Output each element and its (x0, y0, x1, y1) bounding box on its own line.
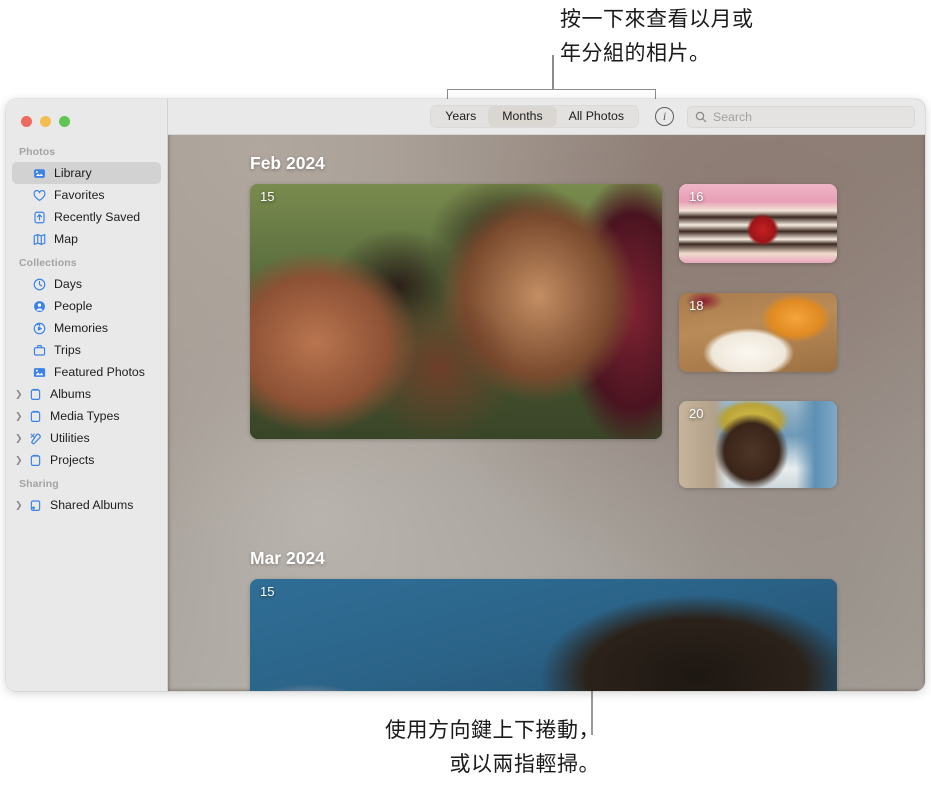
photo-tile[interactable]: 15 (250, 579, 837, 691)
callout-top-leader-line (552, 55, 554, 90)
segment-all-photos[interactable]: All Photos (556, 107, 637, 126)
sidebar-item-map[interactable]: ❯Map (12, 228, 161, 250)
chevron-right-icon[interactable]: ❯ (15, 411, 26, 421)
sidebar-item-trips[interactable]: ❯Trips (12, 339, 161, 361)
month-section-title: Mar 2024 (250, 548, 325, 568)
heart-icon (31, 188, 48, 203)
chevron-right-icon[interactable]: ❯ (15, 433, 26, 443)
callout-top-text: 按一下來查看以月或 年分組的相片。 (560, 7, 754, 65)
photo-tile[interactable]: 18 (679, 293, 837, 372)
sidebar-item-label: Memories (54, 321, 108, 335)
photo-day-label: 18 (689, 298, 704, 313)
person-icon (31, 299, 48, 314)
sidebar: Photos❯Library❯Favorites❯Recently Saved❯… (6, 99, 168, 691)
search-input[interactable]: Search (687, 105, 915, 128)
photo-thumbnail-image (250, 184, 662, 439)
sidebar-item-albums[interactable]: ❯ Albums (12, 383, 161, 405)
sidebar-item-label: Library (54, 166, 92, 180)
sidebar-item-label: People (54, 299, 93, 313)
toolbar: Years Months All Photos i Search (168, 99, 925, 135)
sidebar-item-label: Albums (50, 387, 92, 401)
sidebar-item-label: Days (54, 277, 83, 291)
sidebar-item-label: Utilities (50, 431, 90, 445)
album-icon (27, 387, 44, 402)
chevron-right-icon[interactable]: ❯ (15, 389, 26, 399)
close-window-button[interactable] (21, 116, 32, 127)
save-icon (31, 210, 48, 225)
sidebar-item-favorites[interactable]: ❯Favorites (12, 184, 161, 206)
sidebar-item-label: Recently Saved (54, 210, 141, 224)
sidebar-item-people[interactable]: ❯People (12, 295, 161, 317)
maximize-window-button[interactable] (59, 116, 70, 127)
sidebar-item-label: Projects (50, 453, 95, 467)
sidebar-item-label: Featured Photos (54, 365, 145, 379)
chevron-right-icon[interactable]: ❯ (15, 500, 26, 510)
minimize-window-button[interactable] (40, 116, 51, 127)
sidebar-group-label: Collections (19, 257, 77, 269)
clock-icon (31, 277, 48, 292)
utilities-icon (27, 431, 44, 446)
photo-day-label: 15 (260, 584, 275, 599)
callout-bottom-text: 使用方向鍵上下捲動， 或以兩指輕掃。 (385, 718, 600, 776)
photo-thumbnail-image (250, 579, 837, 691)
photo-day-label: 15 (260, 189, 275, 204)
photo-day-label: 16 (689, 189, 704, 204)
window-traffic-lights (6, 105, 167, 139)
sidebar-item-media-types[interactable]: ❯ Media Types (12, 405, 161, 427)
sidebar-item-label: Shared Albums (50, 498, 134, 512)
map-icon (31, 232, 48, 247)
segment-years[interactable]: Years (432, 107, 489, 126)
photo-day-label: 20 (689, 406, 704, 421)
sidebar-item-shared-albums[interactable]: ❯ Shared Albums (12, 494, 161, 516)
sidebar-item-recently-saved[interactable]: ❯Recently Saved (12, 206, 161, 228)
sidebar-item-utilities[interactable]: ❯ Utilities (12, 427, 161, 449)
segment-months[interactable]: Months (489, 107, 556, 126)
photo-grid-scroll-area[interactable]: Feb 2024 15 16 18 20 Mar 2024 15 (168, 135, 925, 691)
sidebar-item-label: Favorites (54, 188, 105, 202)
info-button[interactable]: i (655, 107, 674, 126)
search-icon (695, 111, 707, 122)
sidebar-group-label: Sharing (19, 478, 59, 490)
photo-tile[interactable]: 15 (250, 184, 662, 439)
featured-photos-icon (31, 365, 48, 380)
memories-icon (31, 321, 48, 336)
search-placeholder: Search (713, 109, 752, 124)
view-mode-segmented-control[interactable]: Years Months All Photos (430, 105, 639, 128)
sidebar-item-label: Trips (54, 343, 81, 357)
chevron-right-icon[interactable]: ❯ (15, 455, 26, 465)
photo-tile[interactable]: 16 (679, 184, 837, 263)
sidebar-item-label: Media Types (50, 409, 120, 423)
photo-tile[interactable]: 20 (679, 401, 837, 488)
month-section-title: Feb 2024 (250, 153, 325, 173)
library-icon (31, 166, 48, 181)
sidebar-groups: Photos❯Library❯Favorites❯Recently Saved❯… (6, 139, 167, 516)
photos-app-window: Photos❯Library❯Favorites❯Recently Saved❯… (6, 99, 925, 691)
sidebar-item-library[interactable]: ❯Library (12, 162, 161, 184)
sidebar-group-label: Photos (19, 146, 56, 158)
suitcase-icon (31, 343, 48, 358)
sidebar-item-projects[interactable]: ❯ Projects (12, 449, 161, 471)
screenshot-root: 按一下來查看以月或 年分組的相片。 使用方向鍵上下捲動， 或以兩指輕掃。 Pho… (0, 0, 931, 790)
sidebar-item-label: Map (54, 232, 78, 246)
shared-album-icon (27, 498, 44, 513)
sidebar-item-memories[interactable]: ❯Memories (12, 317, 161, 339)
content-pane: Years Months All Photos i Search Feb 2024 … (168, 99, 925, 691)
album-icon (27, 409, 44, 424)
sidebar-item-days[interactable]: ❯Days (12, 273, 161, 295)
album-icon (27, 453, 44, 468)
sidebar-item-featured-photos[interactable]: ❯Featured Photos (12, 361, 161, 383)
